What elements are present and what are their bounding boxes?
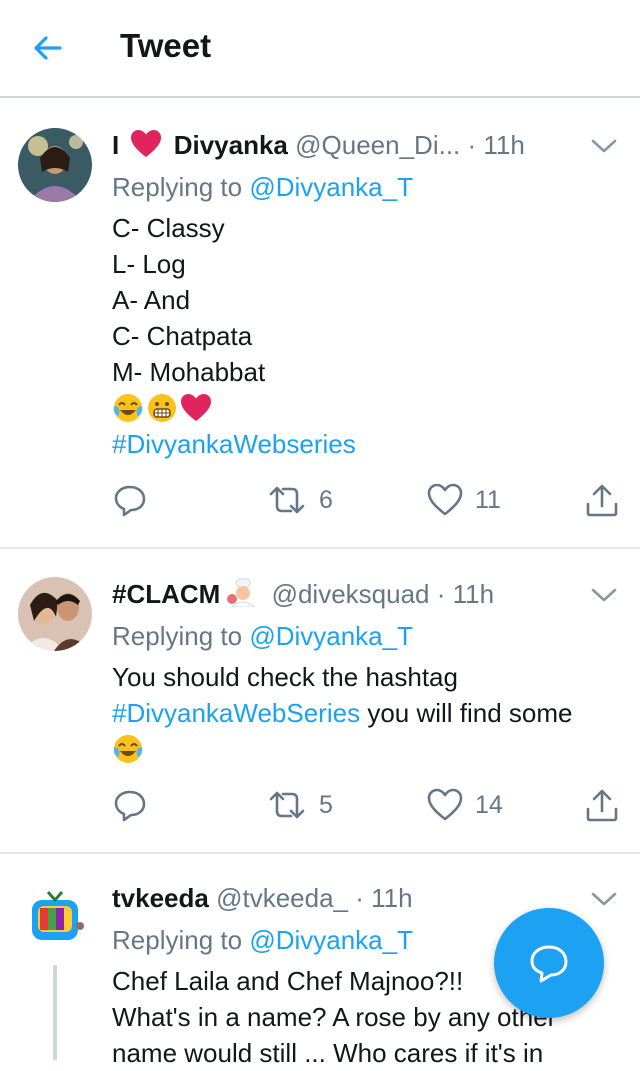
chef-emoji-icon <box>227 578 256 608</box>
red-heart-emoji <box>181 394 211 421</box>
tweet-line: What's in a name? A rose by any other <box>112 1002 557 1032</box>
heart-outline-icon <box>427 788 463 821</box>
retweet-button[interactable]: 5 <box>267 785 333 825</box>
name-prefix: I <box>112 130 120 160</box>
share-button[interactable] <box>584 480 620 520</box>
separator-dot: · <box>355 883 364 913</box>
tweet-line: C- Chatpata <box>112 321 253 351</box>
tweet-line: name would still ... Who cares if it's i… <box>112 1038 544 1068</box>
separator-dot: · <box>436 579 446 609</box>
emoji-row <box>112 731 573 767</box>
reply-context: Replying to @Divyanka_T <box>112 621 413 651</box>
tweet-actions: 5 14 <box>112 785 622 825</box>
emoji-row <box>112 390 356 426</box>
chevron-down-icon[interactable] <box>590 889 618 909</box>
user-handle[interactable]: @tvkeeda_ <box>216 883 348 913</box>
timestamp[interactable]: 11h <box>453 579 494 609</box>
face-with-tears-of-joy-emoji <box>113 394 143 422</box>
tweet-line: L- Log <box>112 249 186 279</box>
tweet-actions: 6 11 <box>112 480 622 520</box>
avatar[interactable] <box>18 577 92 651</box>
tweet-header: tvkeeda @tvkeeda_ · 11h <box>112 881 413 915</box>
separator-dot: · <box>467 130 477 160</box>
user-handle[interactable]: @Queen_Di... <box>295 130 460 160</box>
like-button[interactable]: 14 <box>427 785 503 825</box>
hashtag-link[interactable]: #DivyankaWebseries <box>112 426 356 462</box>
avatar[interactable] <box>18 882 92 956</box>
tweet-header: I Divyanka @Queen_Di... · 11h <box>112 128 525 162</box>
thread-line <box>53 965 57 1060</box>
mention-link[interactable]: @Divyanka_T <box>249 925 413 955</box>
tweet-body: C- Classy L- Log A- And C- Chatpata M- M… <box>112 210 356 462</box>
hashtag-link[interactable]: #DivyankaWebSeries <box>112 698 360 728</box>
tweet-line: A- And <box>112 285 191 315</box>
retweet-count: 6 <box>319 485 333 514</box>
top-bar: Tweet <box>0 0 640 98</box>
share-button[interactable] <box>584 785 620 825</box>
timestamp[interactable]: 11h <box>483 130 524 160</box>
tweet-header: #CLACM @diveksquad · 11h <box>112 577 494 611</box>
tweet-line: You should check the hashtag <box>112 662 458 692</box>
retweet-icon <box>269 486 305 514</box>
tweet-line: M- Mohabbat <box>112 357 266 387</box>
display-name[interactable]: #CLACM <box>112 579 220 609</box>
tweet-line: Chef Laila and Chef Majnoo?!! <box>112 966 464 996</box>
compose-reply-icon <box>530 945 568 983</box>
avatar[interactable] <box>18 128 92 202</box>
retweet-button[interactable]: 6 <box>267 480 333 520</box>
face-with-tears-of-joy-emoji <box>113 735 143 763</box>
arrow-left-icon[interactable] <box>30 30 66 66</box>
retweet-count: 5 <box>319 790 333 819</box>
compose-reply-button[interactable] <box>494 908 604 1018</box>
page-title: Tweet <box>120 27 212 64</box>
tweet-body: You should check the hashtag #DivyankaWe… <box>112 659 573 767</box>
reply-icon <box>114 790 146 822</box>
timestamp[interactable]: 11h <box>371 883 412 913</box>
heart-outline-icon <box>427 483 463 516</box>
like-count: 11 <box>475 485 501 514</box>
chevron-down-icon[interactable] <box>590 136 618 156</box>
grimacing-face-emoji <box>148 394 176 422</box>
retweet-icon <box>269 791 305 819</box>
display-name[interactable]: Divyanka <box>174 130 288 160</box>
chevron-down-icon[interactable] <box>590 585 618 605</box>
share-icon <box>586 484 618 517</box>
divider <box>0 547 640 549</box>
like-count: 14 <box>475 790 503 819</box>
red-heart-icon <box>131 130 162 157</box>
like-button[interactable]: 11 <box>427 480 501 520</box>
divider <box>0 852 640 854</box>
share-icon <box>586 789 618 822</box>
reply-button[interactable] <box>112 480 148 520</box>
reply-context: Replying to @Divyanka_T <box>112 925 413 955</box>
user-handle[interactable]: @diveksquad <box>272 579 430 609</box>
mention-link[interactable]: @Divyanka_T <box>249 172 413 202</box>
reply-context: Replying to @Divyanka_T <box>112 172 413 202</box>
tweet-line: C- Classy <box>112 213 225 243</box>
mention-link[interactable]: @Divyanka_T <box>249 621 413 651</box>
reply-icon <box>114 485 146 517</box>
tweet-line: #DivyankaWebSeries you will find some <box>112 698 573 728</box>
display-name[interactable]: tvkeeda <box>112 883 209 913</box>
reply-button[interactable] <box>112 785 148 825</box>
